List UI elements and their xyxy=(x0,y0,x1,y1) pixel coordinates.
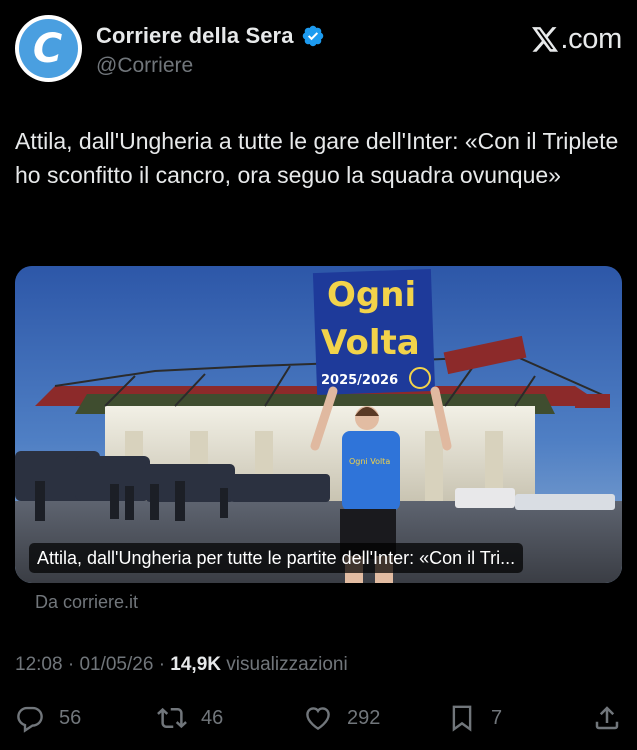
repost-icon xyxy=(157,707,187,729)
shirt-text: Ogni Volta xyxy=(349,457,390,466)
card-source[interactable]: Da corriere.it xyxy=(35,592,138,613)
heart-icon xyxy=(306,707,330,731)
reply-count: 56 xyxy=(59,706,82,729)
avatar-letter: C xyxy=(32,25,63,72)
display-name[interactable]: Corriere della Sera xyxy=(96,23,294,49)
handle[interactable]: @Corriere xyxy=(96,54,325,78)
reply-icon xyxy=(17,706,43,733)
bookmark-count: 7 xyxy=(491,706,503,729)
x-brand: .com xyxy=(532,23,622,56)
tweet-date[interactable]: 01/05/26 xyxy=(79,654,153,675)
repost-button[interactable]: 46 xyxy=(157,703,223,733)
action-bar: 56 46 292 7 xyxy=(15,703,622,737)
author-block: Corriere della Sera @Corriere xyxy=(96,23,325,78)
repost-count: 46 xyxy=(201,706,224,729)
banner-line2: Volta xyxy=(321,323,420,363)
like-button[interactable]: 292 xyxy=(303,703,380,733)
avatar[interactable]: C xyxy=(15,15,82,82)
like-count: 292 xyxy=(347,706,381,729)
tweet-header: C Corriere della Sera @Corriere .com xyxy=(15,15,622,85)
views-count: 14,9K xyxy=(170,654,221,675)
bookmark-button[interactable]: 7 xyxy=(447,703,502,733)
x-brand-text: .com xyxy=(560,23,622,55)
meta-separator: · xyxy=(158,654,171,675)
link-card[interactable]: Ogni Volta 2025/2026 Ogni Volta Attila, … xyxy=(15,266,622,583)
tweet-time[interactable]: 12:08 xyxy=(15,654,63,675)
display-name-row: Corriere della Sera xyxy=(96,23,325,49)
x-logo-icon xyxy=(532,27,559,52)
share-icon xyxy=(595,706,619,730)
views-label: visualizzazioni xyxy=(226,654,348,675)
banner-season: 2025/2026 xyxy=(321,373,398,388)
card-image: Ogni Volta 2025/2026 Ogni Volta xyxy=(15,266,622,583)
tweet-text: Attila, dall'Ungheria a tutte le gare de… xyxy=(15,128,619,188)
card-caption: Attila, dall'Ungheria per tutte le parti… xyxy=(29,543,524,573)
meta-separator: · xyxy=(67,654,80,675)
verified-badge-icon xyxy=(302,25,323,47)
tweet-meta: 12:08 · 01/05/26 · 14,9K visualizzazioni xyxy=(15,654,348,676)
bookmark-icon xyxy=(452,705,472,732)
reply-button[interactable]: 56 xyxy=(15,703,81,733)
banner-line1: Ogni xyxy=(327,275,416,315)
share-button[interactable] xyxy=(592,703,622,733)
avatar-badge: C xyxy=(19,19,78,78)
